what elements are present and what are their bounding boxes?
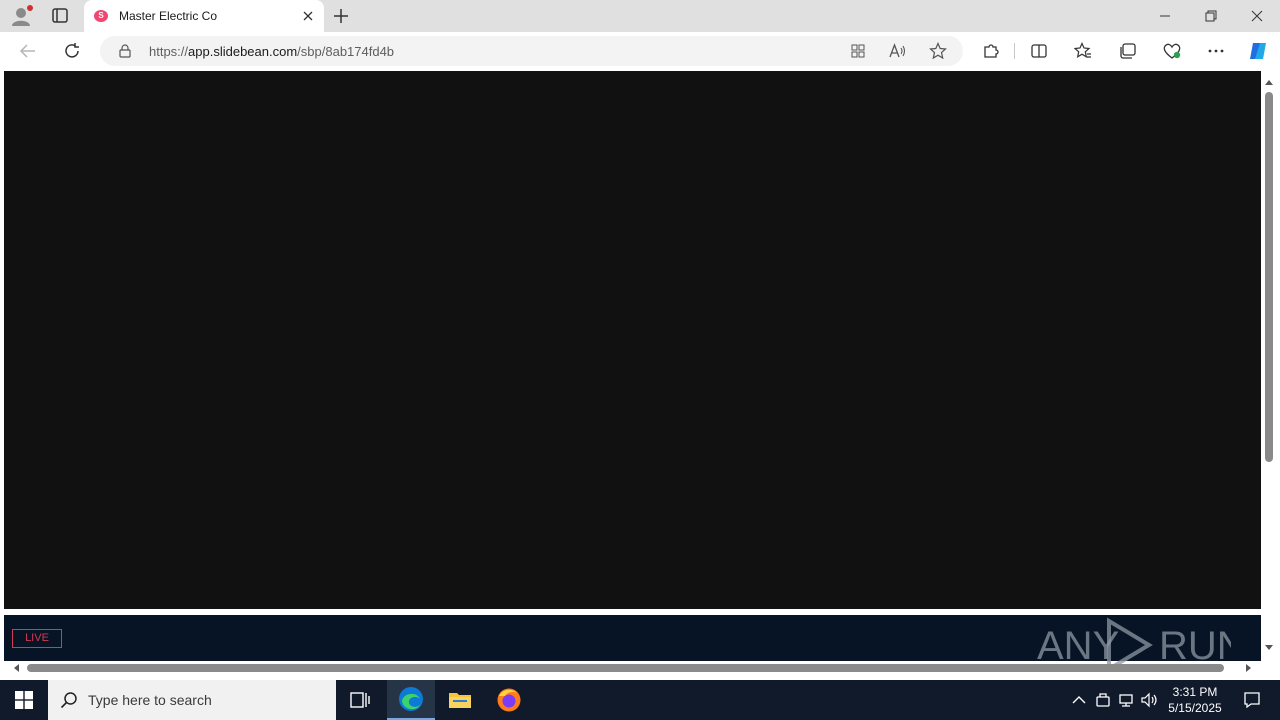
- refresh-button[interactable]: [62, 41, 82, 61]
- address-bar[interactable]: https://app.slidebean.com/sbp/8ab174fd4b: [100, 36, 963, 66]
- app-available-button[interactable]: [848, 41, 868, 61]
- scroll-down-arrow-icon[interactable]: [1262, 642, 1276, 654]
- taskbar-clock[interactable]: 3:31 PM 5/15/2025: [1164, 684, 1226, 716]
- windows-logo-icon: [15, 691, 33, 709]
- task-view-icon: [350, 692, 370, 708]
- restore-icon: [1205, 10, 1217, 22]
- restore-button[interactable]: [1188, 0, 1234, 32]
- toolbar-separator: [1014, 43, 1015, 59]
- more-horizontal-icon: [1208, 49, 1224, 53]
- settings-more-button[interactable]: [1206, 41, 1226, 61]
- folder-icon: [449, 693, 471, 708]
- live-badge[interactable]: LIVE: [12, 629, 62, 648]
- browser-toolbar: https://app.slidebean.com/sbp/8ab174fd4b: [0, 32, 1280, 70]
- extensions-button[interactable]: [981, 41, 1001, 61]
- tray-overflow-button[interactable]: [1070, 690, 1088, 710]
- url-host: app.slidebean.com: [188, 44, 298, 59]
- horizontal-scrollbar[interactable]: [4, 661, 1261, 675]
- page-viewport: LIVE ANY RUN: [0, 70, 1280, 680]
- search-placeholder: Type here to search: [88, 692, 212, 708]
- edge-browser-icon: [399, 687, 423, 711]
- task-view-button[interactable]: [336, 680, 384, 720]
- close-icon: [1251, 10, 1263, 22]
- taskbar-search-box[interactable]: Type here to search: [48, 680, 336, 720]
- profile-button[interactable]: [10, 5, 33, 27]
- puzzle-icon: [984, 44, 999, 58]
- tab-close-button[interactable]: [300, 8, 316, 24]
- minimize-icon: [1160, 15, 1170, 17]
- heart-pulse-icon: [1163, 43, 1181, 59]
- scroll-up-arrow-icon[interactable]: [1262, 76, 1276, 88]
- scroll-right-arrow-icon[interactable]: [1243, 661, 1255, 675]
- network-icon: [1119, 694, 1133, 707]
- windows-taskbar: Type here to search 3:31 PM 5/15/2025: [0, 680, 1280, 720]
- collections-button[interactable]: [1118, 41, 1138, 61]
- clock-date: 5/15/2025: [1168, 701, 1222, 715]
- copilot-button[interactable]: [1247, 40, 1269, 62]
- profile-notification-dot: [27, 5, 33, 11]
- tray-volume-button[interactable]: [1141, 690, 1159, 710]
- taskbar-edge-app[interactable]: [387, 680, 435, 720]
- split-screen-button[interactable]: [1029, 41, 1049, 61]
- copilot-icon: [1250, 43, 1266, 59]
- favorites-button[interactable]: [1073, 41, 1093, 61]
- volume-icon: [1141, 692, 1157, 708]
- vertical-scroll-thumb[interactable]: [1265, 92, 1273, 462]
- read-aloud-button[interactable]: [888, 41, 908, 61]
- lock-icon[interactable]: [119, 44, 131, 58]
- tray-device-button[interactable]: [1094, 690, 1112, 710]
- notification-icon: [1244, 692, 1260, 709]
- minimize-button[interactable]: [1142, 0, 1188, 32]
- chevron-up-icon: [1072, 696, 1086, 704]
- search-icon: [60, 692, 77, 709]
- presentation-bottom-bar: LIVE ANY RUN: [4, 615, 1261, 671]
- url-path: /sbp/8ab174fd4b: [297, 44, 395, 59]
- favorite-button[interactable]: [928, 41, 948, 61]
- close-window-button[interactable]: [1234, 0, 1280, 32]
- browser-essentials-button[interactable]: [1162, 41, 1182, 61]
- clock-time: 3:31 PM: [1172, 685, 1218, 699]
- plus-icon: [334, 9, 348, 23]
- scroll-left-arrow-icon[interactable]: [10, 661, 22, 675]
- close-icon: [303, 11, 313, 21]
- new-tab-button[interactable]: [332, 7, 350, 25]
- split-screen-icon: [1031, 44, 1047, 58]
- refresh-icon: [65, 43, 79, 58]
- apps-icon: [851, 44, 865, 58]
- slidebean-favicon-icon: S: [94, 10, 108, 22]
- taskbar-firefox-app[interactable]: [485, 680, 533, 720]
- tab-active[interactable]: S Master Electric Co: [84, 0, 324, 32]
- vertical-scrollbar[interactable]: [1262, 70, 1276, 660]
- collections-icon: [1120, 43, 1136, 59]
- device-icon: [1096, 693, 1110, 707]
- read-aloud-icon: [889, 43, 906, 58]
- tray-network-button[interactable]: [1117, 690, 1135, 710]
- presentation-slide[interactable]: [4, 71, 1261, 609]
- tab-title: Master Electric Co: [119, 9, 218, 23]
- firefox-icon: [497, 688, 521, 712]
- taskbar-file-explorer-app[interactable]: [436, 680, 484, 720]
- favorites-star-icon: [1074, 42, 1091, 59]
- notification-center-button[interactable]: [1234, 680, 1270, 720]
- tab-actions-icon: [52, 8, 68, 23]
- horizontal-scroll-thumb[interactable]: [27, 664, 1224, 672]
- url-scheme: https://: [149, 44, 189, 59]
- url-text[interactable]: https://app.slidebean.com/sbp/8ab174fd4b: [149, 44, 394, 59]
- tab-bar: S Master Electric Co: [0, 0, 1280, 32]
- arrow-left-icon: [19, 44, 35, 58]
- star-icon: [929, 42, 947, 60]
- tab-actions-button[interactable]: [48, 6, 72, 26]
- back-button[interactable]: [18, 41, 38, 61]
- start-button[interactable]: [0, 680, 48, 720]
